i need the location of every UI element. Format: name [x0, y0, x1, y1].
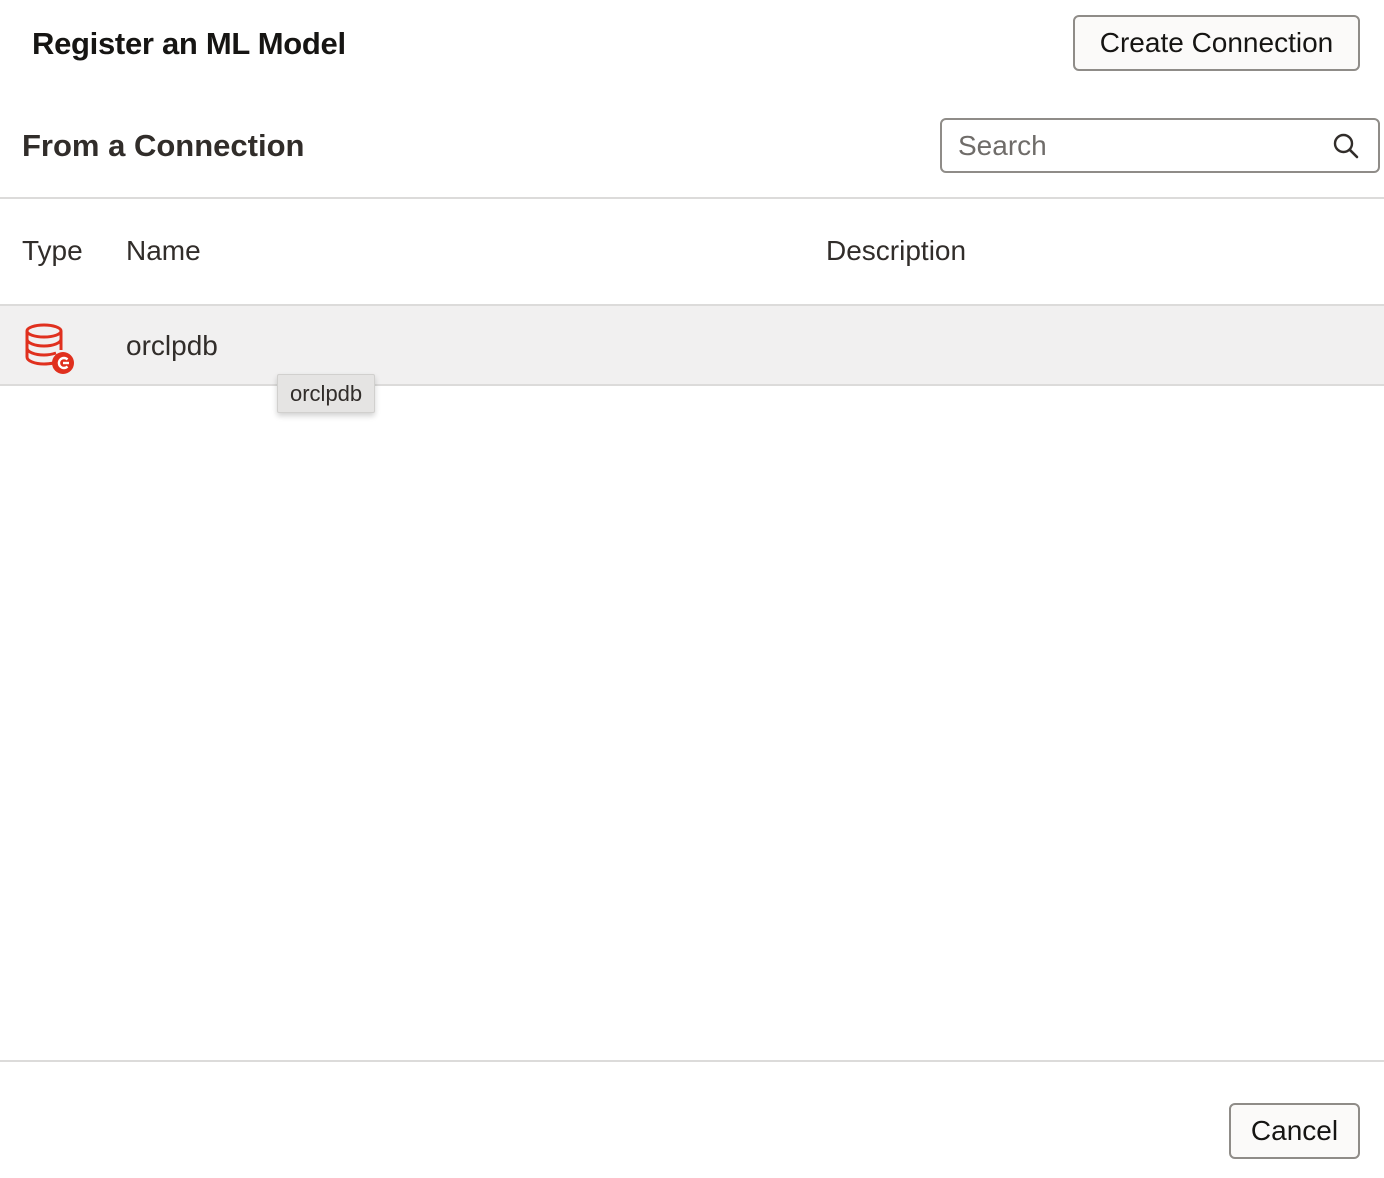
- dialog-title: Register an ML Model: [32, 26, 346, 61]
- section-title: From a Connection: [22, 128, 305, 163]
- search-box[interactable]: [940, 118, 1380, 173]
- cancel-button[interactable]: Cancel: [1229, 1103, 1360, 1159]
- name-tooltip: orclpdb: [277, 374, 376, 413]
- search-icon[interactable]: [1332, 132, 1360, 160]
- search-input[interactable]: [942, 120, 1318, 171]
- column-header-type[interactable]: Type: [22, 233, 83, 269]
- header-divider: [0, 197, 1384, 199]
- table-row[interactable]: orclpdb: [0, 304, 1384, 386]
- connection-name: orclpdb: [126, 330, 218, 361]
- create-connection-button[interactable]: Create Connection: [1073, 15, 1360, 71]
- database-connection-icon: [25, 323, 74, 374]
- column-header-name[interactable]: Name: [126, 233, 201, 269]
- column-header-description[interactable]: Description: [826, 233, 966, 269]
- footer-divider: [0, 1060, 1384, 1062]
- register-ml-model-dialog: Register an ML Model Create Connection F…: [0, 0, 1384, 1178]
